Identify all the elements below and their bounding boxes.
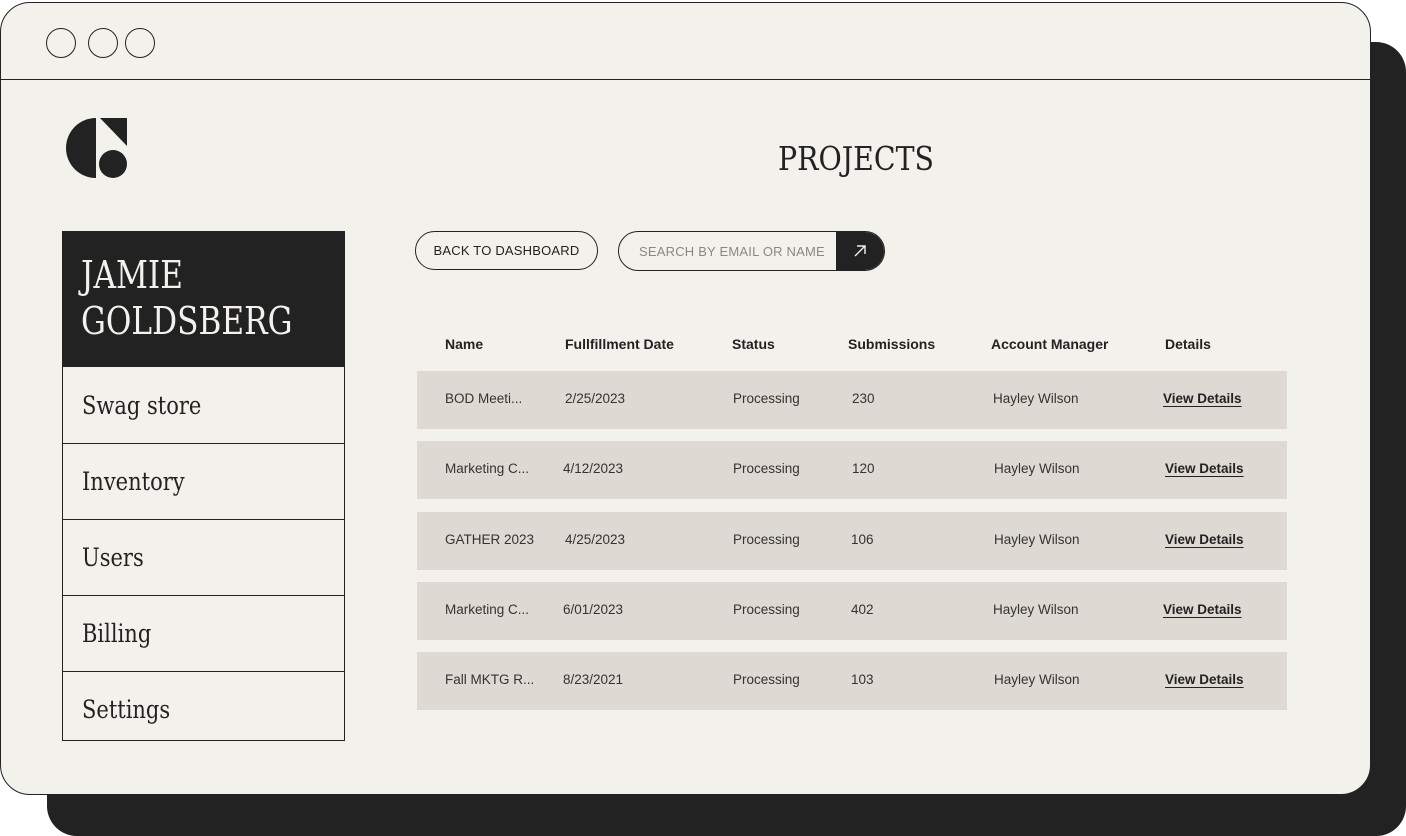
cell-name: Fall MKTG R... <box>445 672 535 687</box>
cell-manager: Hayley Wilson <box>993 602 1079 617</box>
user-last-name: GOLDSBERG <box>81 299 293 343</box>
brand-logo-icon[interactable] <box>64 116 128 180</box>
sidebar-item-label: Users <box>82 543 144 572</box>
cell-status: Processing <box>733 602 800 617</box>
search-submit-button[interactable] <box>836 232 884 270</box>
cell-date: 8/23/2021 <box>563 672 624 687</box>
cell-submissions: 402 <box>851 602 874 617</box>
cell-status: Processing <box>733 532 800 547</box>
sidebar-item-label: Swag store <box>82 390 202 420</box>
column-header-date: Fullfillment Date <box>565 336 674 352</box>
window-minimize-dot[interactable] <box>88 28 118 58</box>
app-stage: PROJECTS JAMIE GOLDSBERG Swag store Inve… <box>0 0 1406 836</box>
cell-submissions: 230 <box>852 391 875 406</box>
cell-status: Processing <box>733 672 800 687</box>
column-header-manager: Account Manager <box>991 336 1109 352</box>
cell-name: BOD Meeti... <box>445 391 523 406</box>
sidebar-item-label: Settings <box>82 695 171 724</box>
column-header-submissions: Submissions <box>848 336 936 352</box>
view-details-link[interactable]: View Details <box>1165 461 1244 476</box>
view-details-link[interactable]: View Details <box>1163 391 1242 406</box>
arrow-up-right-icon <box>854 245 866 257</box>
cell-name: Marketing C... <box>445 461 530 476</box>
search-input[interactable] <box>619 232 836 270</box>
table-row: Fall MKTG R... 8/23/2021 Processing 103 … <box>417 652 1287 710</box>
sidebar-item-swag-store[interactable]: Swag store <box>63 367 344 443</box>
sidebar-item-billing[interactable]: Billing <box>63 595 344 671</box>
sidebar-item-label: Billing <box>82 619 152 648</box>
back-to-dashboard-button[interactable]: BACK TO DASHBOARD <box>415 231 598 270</box>
cell-date: 2/25/2023 <box>565 391 626 406</box>
cell-manager: Hayley Wilson <box>994 532 1080 547</box>
cell-manager: Hayley Wilson <box>993 391 1079 406</box>
cell-submissions: 103 <box>851 672 874 687</box>
user-name-block: JAMIE GOLDSBERG <box>63 232 344 367</box>
cell-date: 6/01/2023 <box>563 602 624 617</box>
cell-manager: Hayley Wilson <box>994 672 1080 687</box>
column-header-status: Status <box>732 336 775 352</box>
column-header-details: Details <box>1165 336 1211 352</box>
page-title: PROJECTS <box>778 139 934 178</box>
user-first-name: JAMIE <box>81 253 183 297</box>
table-row: Marketing C... 6/01/2023 Processing 402 … <box>417 582 1287 640</box>
search-box <box>618 231 885 271</box>
table-row: BOD Meeti... 2/25/2023 Processing 230 Ha… <box>417 371 1287 429</box>
sidebar-item-users[interactable]: Users <box>63 519 344 595</box>
view-details-link[interactable]: View Details <box>1165 672 1244 687</box>
window-maximize-dot[interactable] <box>125 28 155 58</box>
sidebar-item-inventory[interactable]: Inventory <box>63 443 344 519</box>
table-row: GATHER 2023 4/25/2023 Processing 106 Hay… <box>417 512 1287 570</box>
window-close-dot[interactable] <box>46 28 76 58</box>
view-details-link[interactable]: View Details <box>1165 532 1244 547</box>
table-row: Marketing C... 4/12/2023 Processing 120 … <box>417 441 1287 499</box>
table-header: Name Fullfillment Date Status Submission… <box>417 336 1287 356</box>
title-bar <box>1 3 1370 80</box>
column-header-name: Name <box>445 336 484 352</box>
cell-submissions: 106 <box>851 532 874 547</box>
cell-name: Marketing C... <box>445 602 530 617</box>
cell-date: 4/12/2023 <box>563 461 624 476</box>
app-window: PROJECTS JAMIE GOLDSBERG Swag store Inve… <box>0 2 1371 795</box>
view-details-link[interactable]: View Details <box>1163 602 1242 617</box>
cell-manager: Hayley Wilson <box>994 461 1080 476</box>
sidebar: JAMIE GOLDSBERG Swag store Inventory Use… <box>62 231 345 741</box>
cell-name: GATHER 2023 <box>445 532 535 547</box>
cell-date: 4/25/2023 <box>565 532 626 547</box>
sidebar-item-settings[interactable]: Settings <box>63 671 344 747</box>
cell-status: Processing <box>733 391 800 406</box>
sidebar-item-label: Inventory <box>82 467 185 496</box>
cell-status: Processing <box>733 461 800 476</box>
cell-submissions: 120 <box>852 461 875 476</box>
